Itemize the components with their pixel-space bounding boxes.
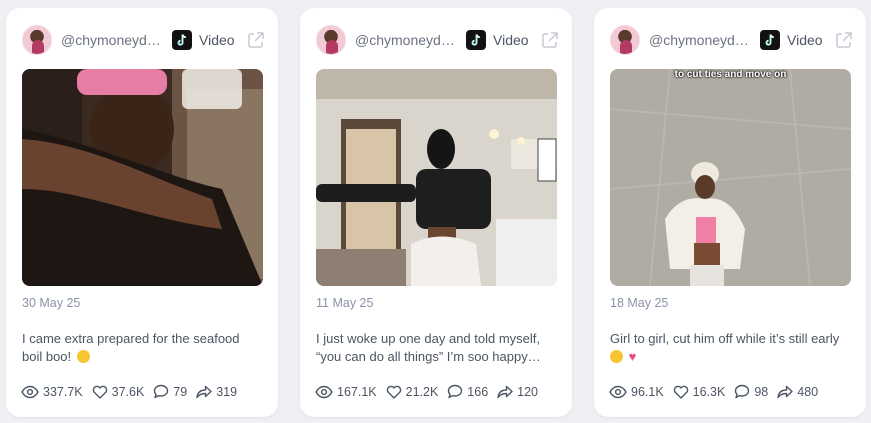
post-description[interactable]: Girl to girl, cut him off while it’s sti… <box>610 330 854 366</box>
grinning-emoji <box>76 350 90 363</box>
description-line: I just woke up one day and told myself, <box>316 331 541 346</box>
avatar[interactable] <box>316 25 346 55</box>
eye-icon <box>21 385 39 398</box>
engagement-stats: 96.1K 16.3K 98 480 <box>609 384 827 399</box>
post-date: 30 May 25 <box>22 296 81 310</box>
author-handle[interactable]: @chymoneydu... <box>649 32 753 48</box>
video-thumbnail[interactable]: to cut ties and move on <box>610 69 851 286</box>
comment-icon <box>154 384 169 399</box>
post-header: @chymoneydu... Video <box>316 25 560 55</box>
comment-icon <box>735 384 750 399</box>
post-header: @chymoneydu... Video <box>22 25 266 55</box>
description-line: “you can do all things” I’m soo happy… <box>316 349 541 364</box>
likes-count: 16.3K <box>692 384 726 399</box>
post-description[interactable]: I came extra prepared for the seafood bo… <box>22 330 266 366</box>
shares-count: 319 <box>216 384 238 399</box>
shares-count: 120 <box>517 384 539 399</box>
engagement-stats: 167.1K 21.2K 166 120 <box>315 384 547 399</box>
comments-count: 166 <box>467 384 489 399</box>
external-link-icon[interactable] <box>541 31 559 49</box>
external-link-icon[interactable] <box>247 31 265 49</box>
author-handle[interactable]: @chymoneydu... <box>61 32 165 48</box>
tiktok-icon <box>760 30 780 50</box>
avatar[interactable] <box>610 25 640 55</box>
external-link-icon[interactable] <box>835 31 853 49</box>
media-type-label: Video <box>787 32 823 48</box>
post-card[interactable]: @chymoneydu... Video 11 May 25 I just wo… <box>300 8 572 417</box>
likes-count: 21.2K <box>405 384 439 399</box>
comments-count: 79 <box>173 384 188 399</box>
heart-icon <box>92 385 107 399</box>
heart-emoji <box>629 348 642 366</box>
video-caption-overlay: to cut ties and move on <box>674 69 787 80</box>
shares-count: 480 <box>797 384 819 399</box>
eye-icon <box>315 385 333 398</box>
tiktok-icon <box>466 30 486 50</box>
media-type-label: Video <box>199 32 235 48</box>
eye-icon <box>609 385 627 398</box>
tiktok-icon <box>172 30 192 50</box>
video-thumbnail[interactable] <box>316 69 557 286</box>
author-handle[interactable]: @chymoneydu... <box>355 32 459 48</box>
comment-icon <box>448 384 463 399</box>
description-line: Girl to girl, cut him off while it’s sti… <box>610 331 840 346</box>
heart-icon <box>673 385 688 399</box>
post-description[interactable]: I just woke up one day and told myself, … <box>316 330 560 366</box>
post-header: @chymoneydu... Video <box>610 25 854 55</box>
post-card[interactable]: @chymoneydu... Video to cut ties and mov… <box>594 8 866 417</box>
description-line: boil boo! <box>22 349 72 364</box>
views-count: 167.1K <box>337 384 377 399</box>
comments-count: 98 <box>754 384 769 399</box>
description-line: I came extra prepared for the seafood <box>22 331 240 346</box>
post-date: 18 May 25 <box>610 296 669 310</box>
share-icon <box>497 385 513 398</box>
share-icon <box>196 385 212 398</box>
share-icon <box>777 385 793 398</box>
engagement-stats: 337.7K 37.6K 79 319 <box>21 384 246 399</box>
media-type-label: Video <box>493 32 529 48</box>
views-count: 96.1K <box>631 384 664 399</box>
avatar[interactable] <box>22 25 52 55</box>
views-count: 337.7K <box>43 384 83 399</box>
post-date: 11 May 25 <box>316 296 374 310</box>
post-card[interactable]: @chymoneydu... Video 30 May 25 I came ex… <box>6 8 278 417</box>
grinning-emoji <box>610 350 623 363</box>
heart-icon <box>386 385 401 399</box>
likes-count: 37.6K <box>111 384 145 399</box>
video-thumbnail[interactable] <box>22 69 263 286</box>
